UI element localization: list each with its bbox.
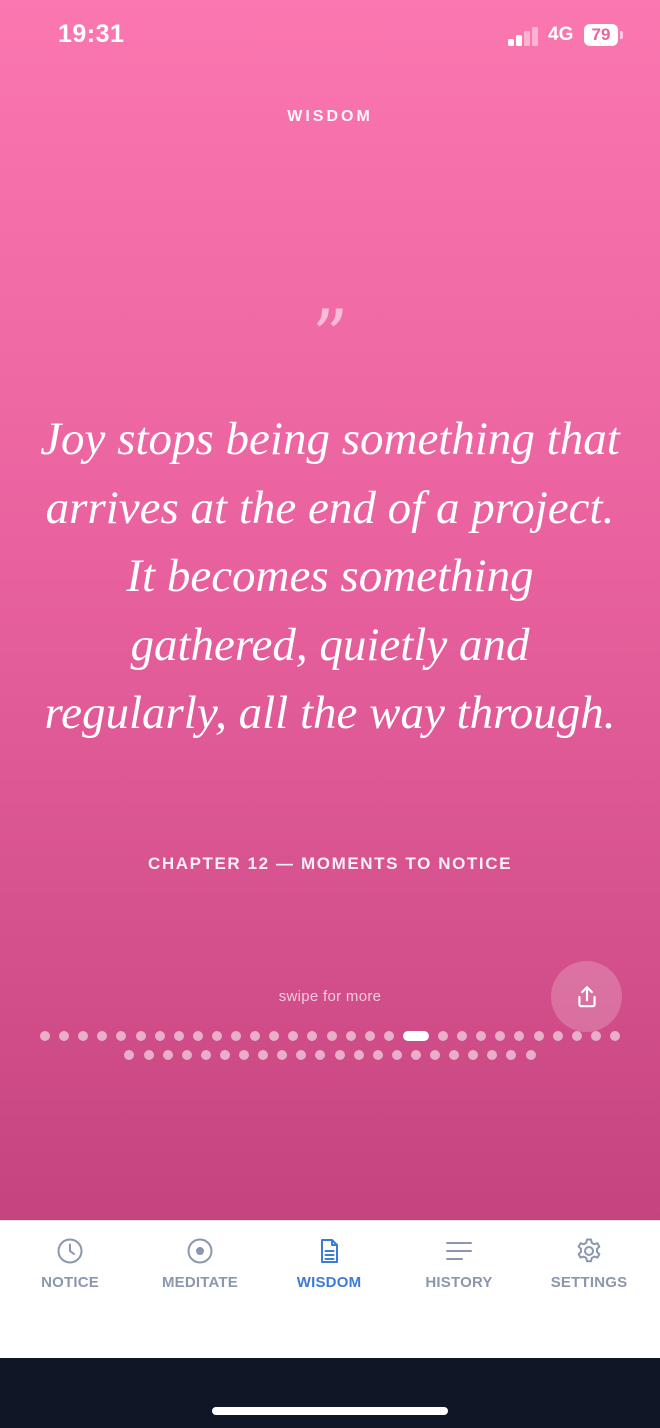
battery-icon: 79 bbox=[584, 24, 618, 46]
status-time: 19:31 bbox=[58, 20, 125, 48]
tab-label: MEDITATE bbox=[161, 1274, 239, 1291]
tab-meditate[interactable]: MEDITATE bbox=[134, 1221, 266, 1321]
share-icon bbox=[577, 985, 596, 1007]
page-dot[interactable] bbox=[609, 1031, 620, 1041]
page-dot[interactable] bbox=[326, 1031, 337, 1041]
tab-history[interactable]: HISTORY bbox=[393, 1221, 525, 1321]
page-dot[interactable] bbox=[296, 1050, 307, 1060]
page-dot[interactable] bbox=[277, 1050, 288, 1060]
lines-icon bbox=[446, 1242, 472, 1260]
tab-label: WISDOM bbox=[296, 1274, 362, 1291]
page-dot[interactable] bbox=[231, 1031, 242, 1041]
page-dot[interactable] bbox=[250, 1031, 261, 1041]
tab-wisdom[interactable]: WISDOM bbox=[263, 1221, 395, 1321]
page-dot[interactable] bbox=[269, 1031, 280, 1041]
page-dot[interactable] bbox=[353, 1050, 364, 1060]
page-dot[interactable] bbox=[173, 1031, 184, 1041]
page-dot[interactable] bbox=[143, 1050, 154, 1060]
page-dot[interactable] bbox=[315, 1050, 326, 1060]
page-dot[interactable] bbox=[383, 1031, 394, 1041]
page-dot[interactable] bbox=[476, 1031, 487, 1041]
page-dot[interactable] bbox=[40, 1031, 51, 1041]
page-dot[interactable] bbox=[116, 1031, 127, 1041]
page-dot[interactable] bbox=[288, 1031, 299, 1041]
page-indicator[interactable] bbox=[0, 1028, 660, 1068]
page-dot[interactable] bbox=[590, 1031, 601, 1041]
page-dot[interactable] bbox=[468, 1050, 479, 1060]
page-dot[interactable] bbox=[59, 1031, 70, 1041]
signal-icon bbox=[508, 26, 540, 46]
page-dot[interactable] bbox=[192, 1031, 203, 1041]
page-dot[interactable] bbox=[200, 1050, 211, 1060]
page-dot[interactable] bbox=[495, 1031, 506, 1041]
network-label: 4G bbox=[548, 24, 574, 45]
clock-icon bbox=[57, 1238, 83, 1264]
wisdom-screen: 19:31 4G 79 WISDOM ” Joy stops being som… bbox=[0, 0, 660, 1220]
page-dot[interactable] bbox=[487, 1050, 498, 1060]
home-bar-area bbox=[0, 1358, 660, 1428]
page-dot[interactable] bbox=[135, 1031, 146, 1041]
page-dot-active[interactable] bbox=[402, 1031, 429, 1041]
page-title: WISDOM bbox=[287, 108, 373, 125]
page-dot[interactable] bbox=[506, 1050, 517, 1060]
share-button[interactable] bbox=[551, 961, 622, 1032]
page-dot[interactable] bbox=[181, 1050, 192, 1060]
page-dot[interactable] bbox=[457, 1031, 468, 1041]
page-dot[interactable] bbox=[514, 1031, 525, 1041]
page-dot[interactable] bbox=[162, 1050, 173, 1060]
page-dot[interactable] bbox=[525, 1050, 536, 1060]
page-dot[interactable] bbox=[571, 1031, 582, 1041]
quote-mark-icon: ” bbox=[311, 294, 349, 378]
tab-notice[interactable]: NOTICE bbox=[4, 1221, 136, 1321]
quote-source: CHAPTER 12 — MOMENTS TO NOTICE bbox=[147, 854, 513, 873]
page-dot[interactable] bbox=[364, 1031, 375, 1041]
page-dot[interactable] bbox=[533, 1031, 544, 1041]
tab-bar: NOTICE MEDITATE WISDOM HISTORY SETTINGS bbox=[0, 1220, 660, 1359]
gear-icon bbox=[577, 1238, 601, 1263]
page-dot[interactable] bbox=[438, 1031, 449, 1041]
tab-label: SETTINGS bbox=[550, 1274, 628, 1291]
page-dot[interactable] bbox=[391, 1050, 402, 1060]
target-icon bbox=[187, 1238, 213, 1264]
battery-tip bbox=[620, 31, 623, 39]
document-icon bbox=[321, 1239, 338, 1263]
page-dot[interactable] bbox=[307, 1031, 318, 1041]
page-dot[interactable] bbox=[334, 1050, 345, 1060]
page-dot[interactable] bbox=[410, 1050, 421, 1060]
page-dot[interactable] bbox=[97, 1031, 108, 1041]
page-dot[interactable] bbox=[219, 1050, 230, 1060]
page-dot[interactable] bbox=[258, 1050, 269, 1060]
tab-settings[interactable]: SETTINGS bbox=[523, 1221, 655, 1321]
page-dot[interactable] bbox=[449, 1050, 460, 1060]
page-dot[interactable] bbox=[239, 1050, 250, 1060]
page-dot[interactable] bbox=[372, 1050, 383, 1060]
tab-label: HISTORY bbox=[425, 1274, 493, 1291]
page-dot[interactable] bbox=[552, 1031, 563, 1041]
page-dot[interactable] bbox=[78, 1031, 89, 1041]
quote-text: Joy stops being something that arrives a… bbox=[40, 413, 620, 739]
page-dot[interactable] bbox=[211, 1031, 222, 1041]
page-dot[interactable] bbox=[154, 1031, 165, 1041]
home-indicator[interactable] bbox=[212, 1407, 448, 1415]
page-dot[interactable] bbox=[430, 1050, 441, 1060]
tab-label: NOTICE bbox=[41, 1274, 99, 1291]
page-dot[interactable] bbox=[124, 1050, 135, 1060]
page-dot[interactable] bbox=[345, 1031, 356, 1041]
battery-level: 79 bbox=[591, 25, 611, 44]
